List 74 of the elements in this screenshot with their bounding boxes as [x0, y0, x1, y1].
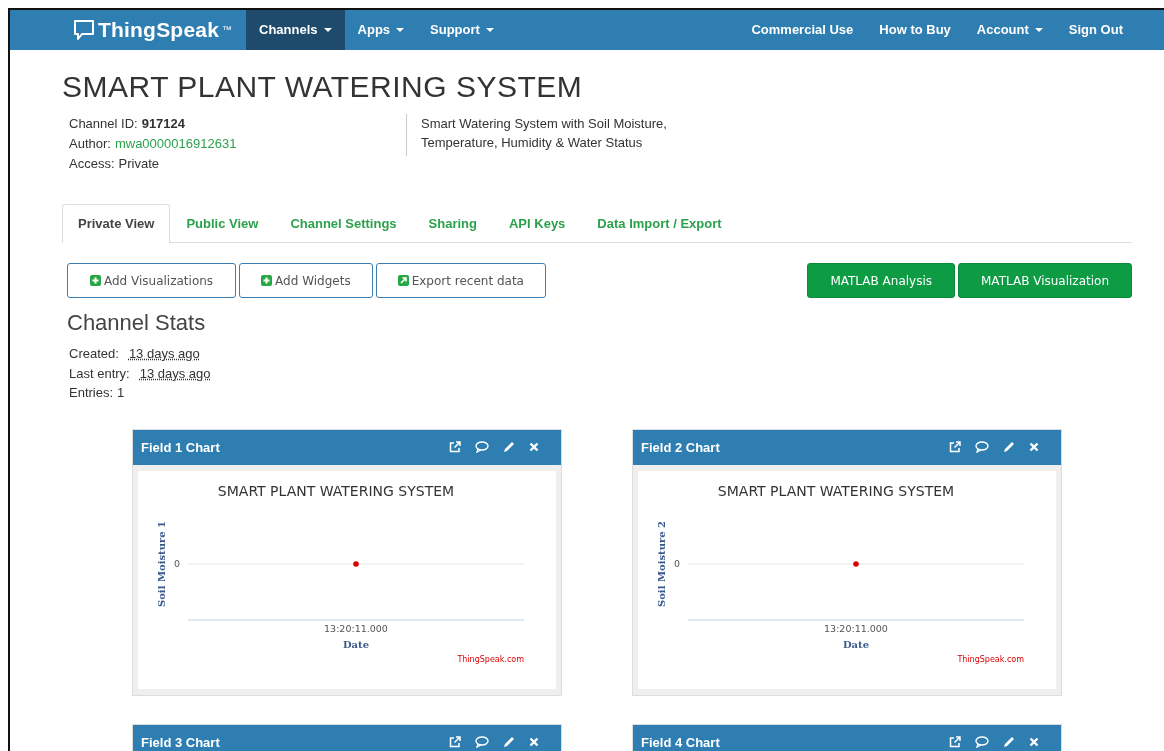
tab[interactable]: Sharing — [412, 204, 493, 243]
pencil-icon[interactable] — [1003, 441, 1015, 453]
axis-title: Soil Moisture 1 — [156, 520, 167, 607]
author-link[interactable]: mwa0000016912631 — [114, 134, 237, 154]
comment-icon[interactable] — [975, 736, 989, 748]
tab[interactable]: Data Import / Export — [581, 204, 738, 243]
channel-title: SMART PLANT WATERING SYSTEM — [62, 70, 584, 104]
chart-title: SMART PLANT WATERING SYSTEM — [217, 482, 455, 499]
data-point — [353, 560, 359, 567]
pencil-icon[interactable] — [1003, 736, 1015, 748]
chart-credit: ThingSpeak.com — [457, 654, 524, 664]
action-button[interactable]: Add Widgets — [239, 263, 373, 298]
external-link-icon[interactable] — [949, 441, 961, 453]
external-link-icon[interactable] — [449, 736, 461, 748]
matlab-button[interactable]: MATLAB Visualization — [958, 263, 1132, 298]
comment-icon[interactable] — [475, 736, 489, 748]
channel-description: Smart Watering System with Soil Moisture, Temperature, Humidity & Water Status — [406, 114, 701, 156]
stat-value: 13 days ago — [139, 364, 211, 383]
panel-title: Field 4 Chart — [641, 734, 720, 750]
section-heading: Channel Stats — [67, 310, 207, 336]
logo-text: ThingSpeak — [98, 18, 220, 42]
close-icon[interactable] — [529, 442, 539, 452]
panel-title: Field 2 Chart — [641, 439, 720, 455]
comment-icon[interactable] — [975, 441, 989, 453]
tick-label: 0 — [673, 557, 680, 569]
meta-label: Access: — [69, 155, 115, 173]
meta-label: Author: — [69, 135, 111, 153]
axis-title: Date — [842, 638, 870, 650]
external-link-icon[interactable] — [449, 441, 461, 453]
stat-label: Entries: — [69, 384, 114, 402]
matlab-button[interactable]: MATLAB Analysis — [807, 263, 955, 298]
comment-icon[interactable] — [475, 441, 489, 453]
export-icon — [397, 275, 409, 286]
nav-menu-item[interactable]: How to Buy — [866, 10, 964, 50]
trademark: ™ — [222, 24, 233, 35]
tab[interactable]: Public View — [170, 204, 275, 243]
tab[interactable]: Private View — [62, 204, 171, 243]
panel-title: Field 3 Chart — [141, 734, 220, 750]
meta-label: Channel ID: — [69, 115, 138, 133]
stat-label: Last entry: — [69, 364, 130, 383]
action-button[interactable]: Add Visualizations — [67, 263, 237, 298]
nav-menu-item[interactable]: Support — [417, 10, 507, 50]
stat-value: 1 — [117, 384, 125, 402]
tick-label: 0 — [173, 557, 180, 569]
tab[interactable]: Channel Settings — [274, 204, 413, 243]
close-icon[interactable] — [529, 737, 539, 747]
chart-title: SMART PLANT WATERING SYSTEM — [717, 482, 955, 499]
panel-title: Field 1 Chart — [141, 439, 220, 455]
axis-title: Date — [342, 638, 370, 650]
meta-value: 917124 — [141, 115, 186, 133]
nav-menu-item[interactable]: Channels — [246, 10, 345, 50]
chart-credit: ThingSpeak.com — [957, 654, 1024, 664]
nav-menu-item[interactable]: Account — [963, 10, 1056, 50]
close-icon[interactable] — [1029, 737, 1039, 747]
nav-menu-item[interactable]: Apps — [344, 10, 418, 50]
nav-menu-item[interactable]: Commercial Use — [738, 10, 867, 50]
meta-value: Private — [118, 155, 159, 173]
tick-label: 13:20:11.000 — [324, 622, 388, 634]
pencil-icon[interactable] — [503, 736, 515, 748]
data-point — [853, 560, 859, 567]
stat-value: 13 days ago — [128, 345, 200, 363]
close-icon[interactable] — [1029, 442, 1039, 452]
stat-label: Created: — [69, 345, 119, 363]
speech-bubble-icon — [73, 19, 95, 41]
axis-title: Soil Moisture 2 — [656, 520, 667, 607]
plus-icon — [90, 275, 101, 286]
tab[interactable]: API Keys — [493, 204, 582, 243]
external-link-icon[interactable] — [949, 736, 961, 748]
pencil-icon[interactable] — [503, 441, 515, 453]
logo[interactable]: ThingSpeak$^{™}$ — [73, 18, 233, 42]
plus-icon — [261, 275, 273, 286]
tick-label: 13:20:11.000 — [824, 622, 888, 634]
nav-menu-item[interactable]: Sign Out — [1055, 10, 1136, 50]
action-button[interactable]: Export recent data — [375, 263, 546, 298]
